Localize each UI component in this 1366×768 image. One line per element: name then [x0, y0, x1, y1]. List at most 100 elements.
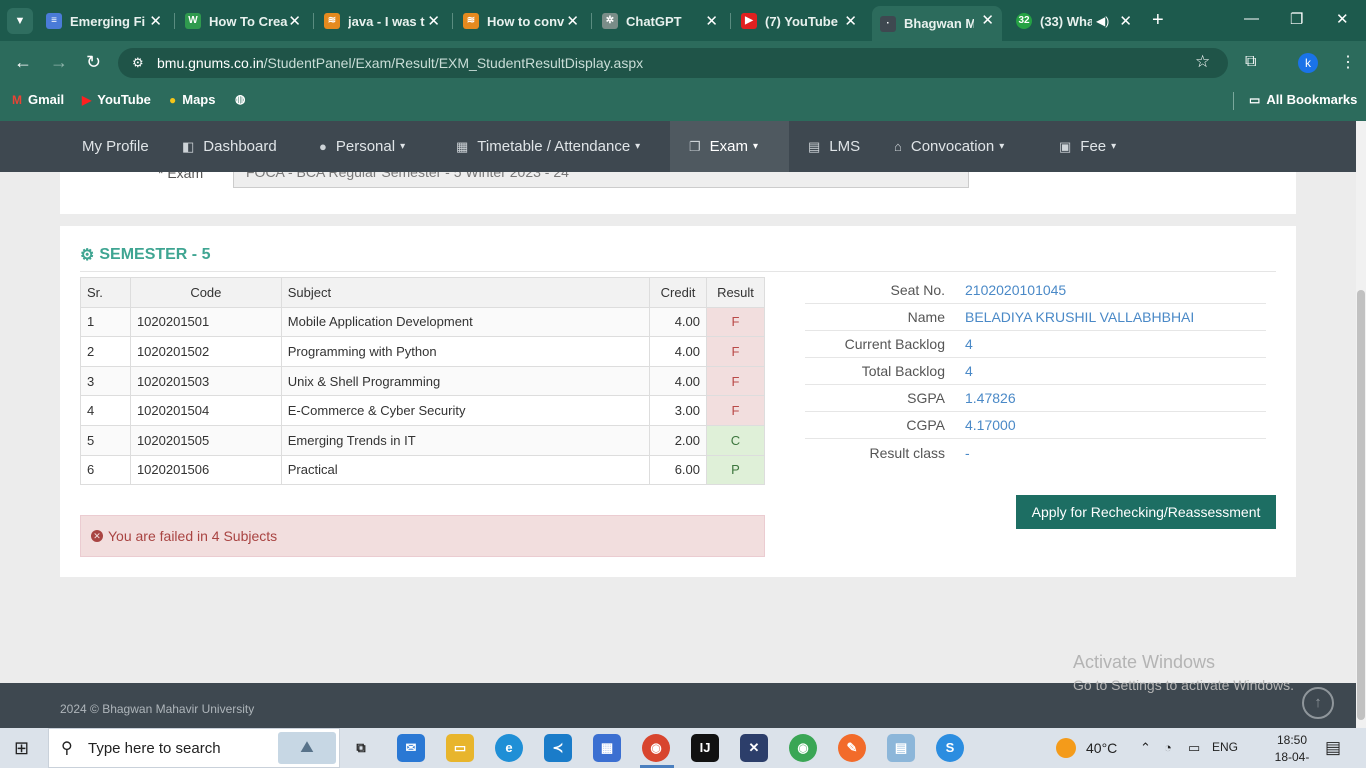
taskbar-clock[interactable]: 18:50 18-04-2024: [1262, 732, 1322, 768]
site-info-icon[interactable]: ⚙: [132, 55, 144, 71]
bookmark-star-icon[interactable]: ☆: [1195, 52, 1210, 72]
copy-icon: ❐: [689, 138, 701, 154]
tab-title: Bhagwan M: [904, 16, 974, 31]
wifi-icon[interactable]: ◔: [1164, 740, 1172, 755]
activation-watermark-title: Activate Windows: [1073, 652, 1216, 672]
battery-icon[interactable]: ▭: [1188, 740, 1200, 756]
info-value: 4.17000: [965, 417, 1016, 433]
close-icon[interactable]: ✕: [149, 12, 162, 30]
nav-label: Convocation: [910, 138, 995, 155]
profile-avatar[interactable]: k: [1298, 53, 1318, 73]
back-arrow-icon[interactable]: ←: [14, 52, 32, 73]
site-icon: ·: [880, 15, 896, 32]
browser-tab[interactable]: ≡ Emerging Fi ✕: [46, 7, 170, 35]
show-hidden-icons-chevron-icon[interactable]: ⌃: [1140, 740, 1151, 756]
tab-search-button[interactable]: ▼: [7, 8, 33, 34]
store-app-icon[interactable]: ▦: [593, 734, 621, 762]
language-indicator[interactable]: ENG: [1212, 740, 1238, 754]
bookmark-maps[interactable]: ● Maps: [169, 92, 215, 107]
file-explorer-icon[interactable]: ▭: [446, 734, 474, 762]
scrollbar-thumb[interactable]: [1357, 290, 1365, 720]
doc-icon: ≡: [46, 13, 62, 29]
restore-icon[interactable]: ❐: [1290, 10, 1303, 28]
info-value: 2102020101045: [965, 282, 1067, 298]
new-tab-button[interactable]: +: [1152, 9, 1164, 32]
info-label: Total Backlog: [861, 363, 945, 379]
info-row-current-backlog: Current Backlog 4: [805, 331, 1266, 358]
vscode-icon[interactable]: ≺: [544, 734, 572, 762]
footer-copyright: 2024 © Bhagwan Mahavir University: [60, 702, 255, 716]
browser-tab[interactable]: W How To Crea ✕: [185, 7, 309, 35]
extensions-icon[interactable]: ⧉: [1245, 53, 1256, 71]
sr-cell: 5: [80, 424, 131, 456]
sql-app-icon[interactable]: ✕: [740, 734, 768, 762]
nav-lms[interactable]: ▤ LMS: [808, 121, 860, 172]
taskbar-search-placeholder[interactable]: Type here to search: [88, 740, 221, 757]
notepad-icon[interactable]: ▤: [887, 734, 915, 762]
bookmark-youtube[interactable]: ▶ YouTube: [82, 92, 151, 107]
intellij-icon[interactable]: IJ: [691, 734, 719, 762]
info-label: Name: [907, 309, 945, 325]
mail-app-icon[interactable]: ✉: [397, 734, 425, 762]
chrome-profile-icon[interactable]: ◉: [789, 734, 817, 762]
table-row: 5 1020201505 Emerging Trends in IT 2.00 …: [80, 424, 765, 456]
windows-start-icon[interactable]: ⊞: [14, 738, 29, 759]
notifications-icon[interactable]: ▤: [1325, 738, 1341, 758]
close-icon[interactable]: ✕: [705, 12, 718, 30]
browser-tab[interactable]: ▶ (7) YouTube ✕: [741, 7, 865, 35]
postman-icon[interactable]: ✎: [838, 734, 866, 762]
code-cell: 1020201501: [129, 306, 282, 338]
skype-icon[interactable]: S: [936, 734, 964, 762]
nav-exam[interactable]: ❐ Exam ▾: [670, 121, 789, 172]
column-header: Subject: [280, 277, 651, 308]
nav-timetable[interactable]: ▦ Timetable / Attendance ▾: [456, 121, 640, 172]
bookmark-gmail[interactable]: M Gmail: [12, 92, 64, 107]
bookmark-globe[interactable]: ◍: [235, 92, 251, 106]
scroll-to-top-button[interactable]: ↑: [1302, 687, 1334, 719]
nav-personal[interactable]: ● Personal ▾: [319, 121, 405, 172]
nav-dashboard[interactable]: ◧ Dashboard: [182, 121, 277, 172]
gmail-icon: M: [12, 92, 22, 107]
nav-label: Timetable / Attendance: [477, 138, 631, 155]
edge-browser-icon[interactable]: e: [495, 734, 523, 762]
apply-recheck-button[interactable]: Apply for Rechecking/Reassessment: [1016, 495, 1276, 529]
nav-my-profile[interactable]: My Profile: [82, 121, 149, 172]
browser-tab[interactable]: ≋ How to conv ✕: [463, 7, 587, 35]
chevron-down-icon: ▾: [1111, 141, 1117, 152]
close-icon[interactable]: ✕: [844, 12, 857, 30]
result-cell: F: [706, 395, 765, 426]
weather-sun-icon[interactable]: [1056, 738, 1076, 758]
code-cell: 1020201502: [129, 336, 282, 367]
close-icon[interactable]: ✕: [288, 12, 301, 30]
close-icon[interactable]: ✕: [981, 11, 994, 29]
nav-convocation[interactable]: ⌂ Convocation ▾: [894, 121, 1004, 172]
speaker-icon[interactable]: ◀): [1096, 14, 1109, 28]
weather-temperature[interactable]: 40°C: [1086, 740, 1117, 756]
browser-tab-active[interactable]: · Bhagwan M ✕: [872, 6, 1002, 41]
task-view-icon[interactable]: ⧉: [347, 734, 375, 762]
more-menu-icon[interactable]: ⋮: [1340, 52, 1356, 72]
window-close-icon[interactable]: ✕: [1336, 10, 1349, 28]
nav-label: Dashboard: [203, 138, 277, 155]
browser-tab[interactable]: 32 (33) Wha ◀) ✕: [1016, 7, 1140, 35]
globe-icon: ◍: [235, 92, 246, 106]
subject-cell: Programming with Python: [280, 336, 651, 367]
bookmark-label: Maps: [182, 92, 216, 107]
chrome-app-icon[interactable]: ◉: [642, 734, 670, 762]
forward-arrow-icon[interactable]: →: [50, 52, 68, 73]
browser-tab[interactable]: ✲ ChatGPT ✕: [602, 7, 726, 35]
maps-pin-icon: ●: [169, 92, 177, 107]
url-text[interactable]: bmu.gnums.co.in/StudentPanel/Exam/Result…: [157, 55, 643, 71]
close-icon[interactable]: ✕: [427, 12, 440, 30]
close-icon[interactable]: ✕: [1119, 12, 1132, 30]
all-bookmarks[interactable]: ▭ All Bookmarks: [1249, 92, 1357, 107]
nav-fee[interactable]: ▣ Fee ▾: [1059, 121, 1116, 172]
minimize-icon[interactable]: —: [1244, 10, 1259, 27]
column-header: Sr.: [80, 277, 131, 308]
result-cell: F: [706, 336, 765, 367]
info-row-result-class: Result class -: [805, 439, 1266, 466]
reload-icon[interactable]: ↻: [86, 52, 101, 73]
browser-tab[interactable]: ≋ java - I was t ✕: [324, 7, 448, 35]
sr-cell: 2: [80, 336, 131, 367]
close-icon[interactable]: ✕: [566, 12, 579, 30]
